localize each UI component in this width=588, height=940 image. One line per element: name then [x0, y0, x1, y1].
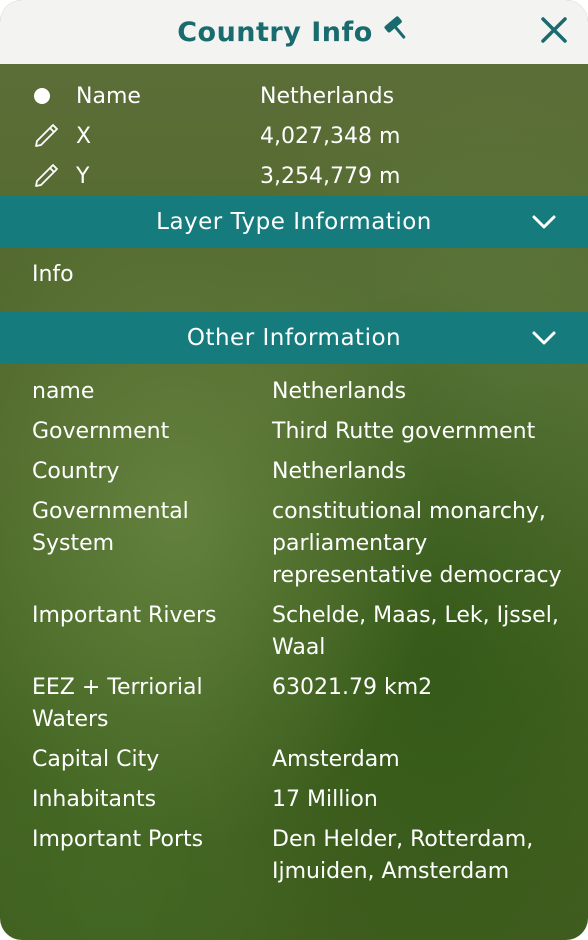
coordinate-value: Netherlands — [260, 83, 395, 109]
property-key: Important Rivers — [32, 603, 217, 628]
panel-title-text: Country Info — [177, 16, 373, 48]
title-bar: Country Info — [0, 0, 588, 64]
property-key: Important Ports — [32, 827, 204, 852]
section-title: Other Information — [186, 325, 402, 351]
chevron-down-icon — [530, 325, 558, 351]
close-button[interactable] — [538, 16, 570, 48]
country-info-panel: Country Info Name Netherlands X 4,027,34… — [0, 0, 588, 940]
property-row: EEZ + Terriorial Waters 63021.79 km2 — [0, 672, 588, 736]
property-value: Netherlands — [272, 459, 407, 484]
property-value: constitutional monarchy, parliamentary r… — [272, 499, 562, 588]
property-key: Governmental System — [32, 499, 189, 556]
properties-list: name Netherlands Government Third Rutte … — [0, 364, 588, 888]
property-row: name Netherlands — [0, 376, 588, 408]
layer-info-row: Info — [32, 262, 74, 287]
property-row: Important Ports Den Helder, Rotterdam, I… — [0, 824, 588, 888]
property-row: Government Third Rutte government — [0, 416, 588, 448]
coordinate-value: 3,254,779 m — [260, 163, 401, 189]
property-value: Schelde, Maas, Lek, Ijssel, Waal — [272, 603, 559, 660]
property-row: Capital City Amsterdam — [0, 744, 588, 776]
property-row: Governmental System constitutional monar… — [0, 496, 588, 592]
property-row: Important Rivers Schelde, Maas, Lek, Ijs… — [0, 600, 588, 664]
gavel-icon — [383, 15, 411, 50]
point-icon — [32, 86, 76, 106]
property-value: Netherlands — [272, 379, 407, 404]
property-key: Country — [32, 459, 120, 484]
coordinates-list: Name Netherlands X 4,027,348 m Y 3,254,7… — [0, 64, 588, 196]
property-key: Inhabitants — [32, 787, 157, 812]
property-value: 17 Million — [272, 787, 378, 812]
coordinate-value: 4,027,348 m — [260, 123, 401, 149]
coordinate-row-y: Y 3,254,779 m — [0, 156, 588, 196]
layer-type-information-header[interactable]: Layer Type Information — [0, 196, 588, 248]
property-key: name — [32, 379, 95, 404]
property-key: Government — [32, 419, 170, 444]
panel-title: Country Info — [177, 15, 411, 50]
other-information-header[interactable]: Other Information — [0, 312, 588, 364]
chevron-down-icon — [530, 209, 558, 235]
property-key: Capital City — [32, 747, 160, 772]
coordinate-label: Y — [76, 163, 90, 189]
close-icon — [540, 16, 568, 48]
coordinate-row-x: X 4,027,348 m — [0, 116, 588, 156]
property-value: Amsterdam — [272, 747, 400, 772]
property-row: Inhabitants 17 Million — [0, 784, 588, 816]
property-value: Third Rutte government — [272, 419, 536, 444]
pen-icon — [32, 122, 76, 150]
property-value: Den Helder, Rotterdam, Ijmuiden, Amsterd… — [272, 827, 534, 884]
property-value: 63021.79 km2 — [272, 675, 433, 700]
coordinate-row-name: Name Netherlands — [0, 76, 588, 116]
property-row: Country Netherlands — [0, 456, 588, 488]
pen-icon — [32, 162, 76, 190]
coordinate-label: X — [76, 123, 92, 149]
property-key: EEZ + Terriorial Waters — [32, 675, 203, 732]
section-title: Layer Type Information — [156, 209, 432, 235]
coordinate-label: Name — [76, 83, 141, 109]
